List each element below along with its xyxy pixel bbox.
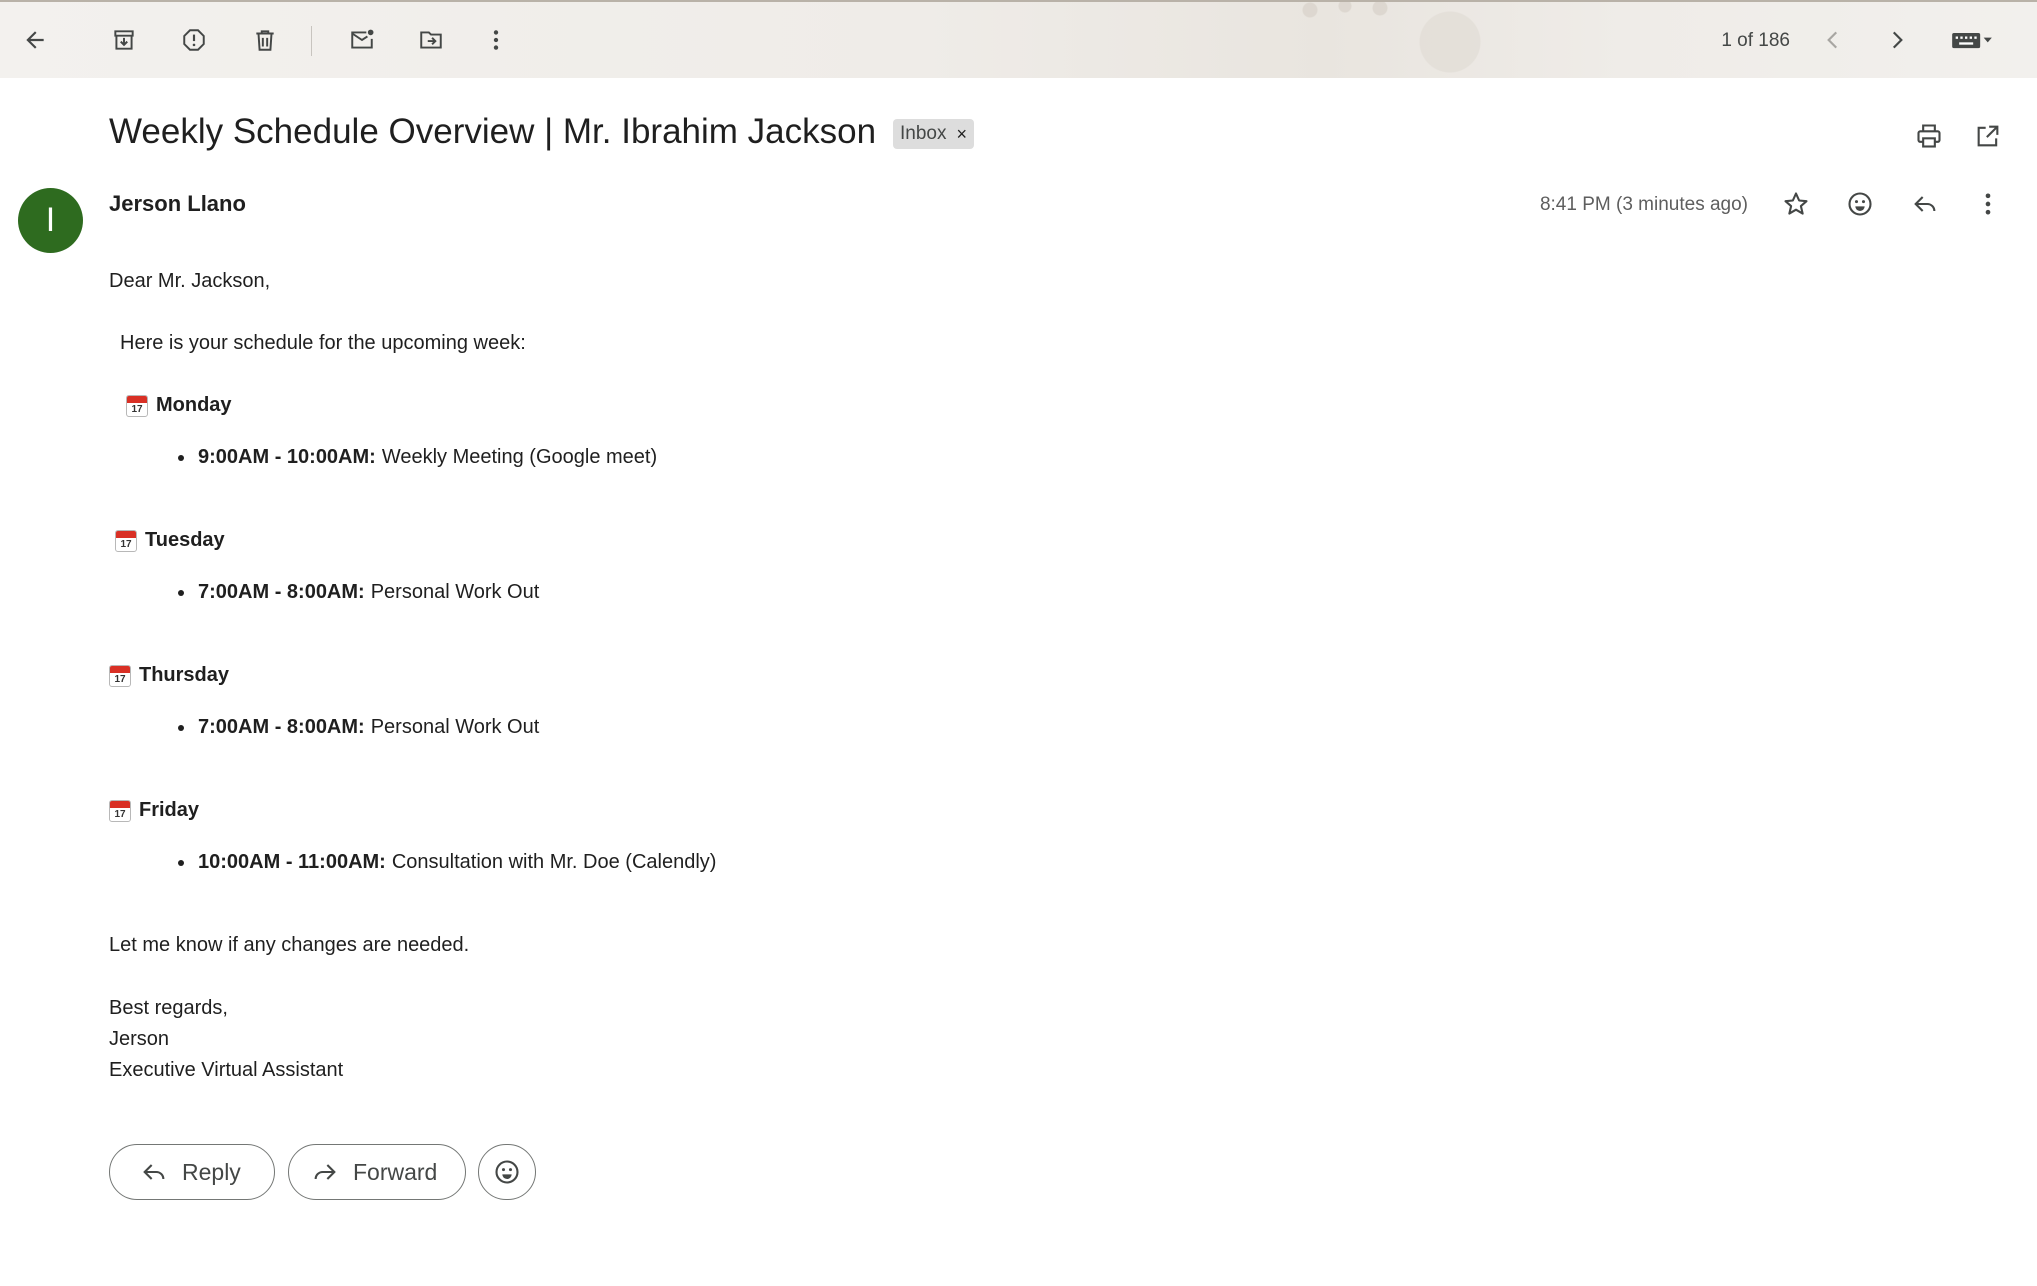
inbox-label-chip[interactable]: Inbox × — [893, 119, 974, 149]
label-name: Inbox — [900, 123, 947, 144]
reply-icon — [1914, 196, 1936, 212]
mark-unread-icon — [351, 29, 374, 49]
reply-action-button[interactable]: Reply — [109, 1144, 275, 1200]
report-spam-button[interactable] — [174, 20, 214, 60]
message-more-button[interactable] — [1968, 184, 2008, 224]
chevron-right-icon — [1892, 31, 1903, 49]
list-item: 9:00AM - 10:00AM: Weekly Meeting (Google… — [178, 446, 657, 469]
item-desc: Personal Work Out — [370, 716, 540, 738]
item-time: 10:00AM - 11:00AM: — [198, 851, 386, 873]
archive-button[interactable] — [104, 20, 144, 60]
day-heading-monday: 17 Monday — [126, 394, 232, 417]
star-icon — [1784, 192, 1808, 215]
archive-icon — [114, 30, 134, 50]
intro-line: Here is your schedule for the upcoming w… — [120, 332, 526, 354]
newer-button[interactable] — [1813, 20, 1853, 60]
delete-button[interactable] — [245, 20, 285, 60]
more-options-button[interactable] — [476, 20, 516, 60]
more-vert-icon — [1985, 193, 1991, 215]
calendar-icon: 17 — [126, 394, 148, 417]
list-item: 7:00AM - 8:00AM: Personal Work Out — [178, 716, 539, 739]
chevron-left-icon — [1827, 31, 1838, 49]
sender-name[interactable]: Jerson Llano — [109, 191, 246, 217]
input-tools-button[interactable] — [1942, 20, 2002, 60]
day-heading-friday: 17 Friday — [109, 799, 199, 822]
item-desc: Consultation with Mr. Doe (Calendly) — [391, 851, 717, 873]
item-time: 7:00AM - 8:00AM: — [198, 581, 365, 603]
emoji-icon — [1848, 192, 1872, 216]
remove-label-button[interactable]: × — [956, 124, 967, 145]
back-arrow-icon — [26, 31, 44, 49]
reply-button[interactable] — [1905, 184, 1945, 224]
signature-title: Executive Virtual Assistant — [109, 1059, 344, 1081]
add-reaction-button[interactable] — [1840, 184, 1880, 224]
bullet — [178, 859, 184, 866]
theme-background-decoration — [1250, 2, 1500, 80]
bullet — [178, 454, 184, 461]
sender-avatar[interactable]: I — [18, 188, 83, 253]
signature-name: Jerson — [109, 1028, 170, 1050]
move-to-icon — [420, 31, 442, 49]
star-button[interactable] — [1776, 184, 1816, 224]
day-label: Tuesday — [145, 529, 225, 551]
bullet — [178, 589, 184, 596]
open-in-new-icon — [1977, 125, 1999, 147]
list-item: 7:00AM - 8:00AM: Personal Work Out — [178, 581, 539, 604]
day-label: Thursday — [139, 664, 230, 686]
calendar-icon: 17 — [109, 799, 131, 822]
emoji-icon — [495, 1160, 519, 1184]
move-to-button[interactable] — [411, 20, 451, 60]
pager-count: 1 of 186 — [1721, 30, 1790, 51]
react-action-button[interactable] — [478, 1144, 536, 1200]
item-time: 9:00AM - 10:00AM: — [198, 446, 376, 468]
calendar-icon: 17 — [115, 529, 137, 552]
item-time: 7:00AM - 8:00AM: — [198, 716, 365, 738]
item-desc: Weekly Meeting (Google meet) — [381, 446, 658, 468]
mark-unread-button[interactable] — [342, 20, 382, 60]
report-spam-icon — [183, 29, 205, 51]
calendar-icon: 17 — [109, 664, 131, 687]
print-all-button[interactable] — [1909, 116, 1949, 156]
bullet — [178, 724, 184, 731]
email-timestamp: 8:41 PM (3 minutes ago) — [1539, 194, 1748, 215]
day-label: Friday — [139, 799, 200, 821]
day-label: Monday — [156, 394, 232, 416]
list-item: 10:00AM - 11:00AM: Consultation with Mr.… — [178, 851, 716, 874]
keyboard-icon — [1952, 33, 1992, 49]
more-vert-icon — [493, 30, 499, 50]
forward-label: Forward — [353, 1158, 438, 1185]
reply-label: Reply — [182, 1158, 241, 1185]
toolbar-divider — [311, 26, 312, 56]
closing-line: Let me know if any changes are needed. — [109, 934, 470, 956]
greeting: Dear Mr. Jackson, — [109, 270, 271, 292]
item-desc: Personal Work Out — [370, 581, 540, 603]
forward-action-button[interactable]: Forward — [288, 1144, 466, 1200]
print-icon — [1917, 124, 1941, 148]
day-heading-tuesday: 17 Tuesday — [115, 529, 225, 552]
older-button[interactable] — [1877, 20, 1917, 60]
delete-icon — [256, 30, 274, 51]
email-view: 1 of 186 Weekly Schedule Overview | Mr. … — [0, 0, 2037, 1286]
email-toolbar: 1 of 186 — [0, 0, 2037, 80]
open-new-window-button[interactable] — [1968, 116, 2008, 156]
day-heading-thursday: 17 Thursday — [109, 664, 229, 687]
email-subject: Weekly Schedule Overview | Mr. Ibrahim J… — [109, 112, 877, 151]
back-button[interactable] — [15, 20, 55, 60]
forward-icon — [314, 1164, 336, 1180]
reply-icon — [143, 1164, 165, 1180]
signoff: Best regards, — [109, 997, 228, 1019]
